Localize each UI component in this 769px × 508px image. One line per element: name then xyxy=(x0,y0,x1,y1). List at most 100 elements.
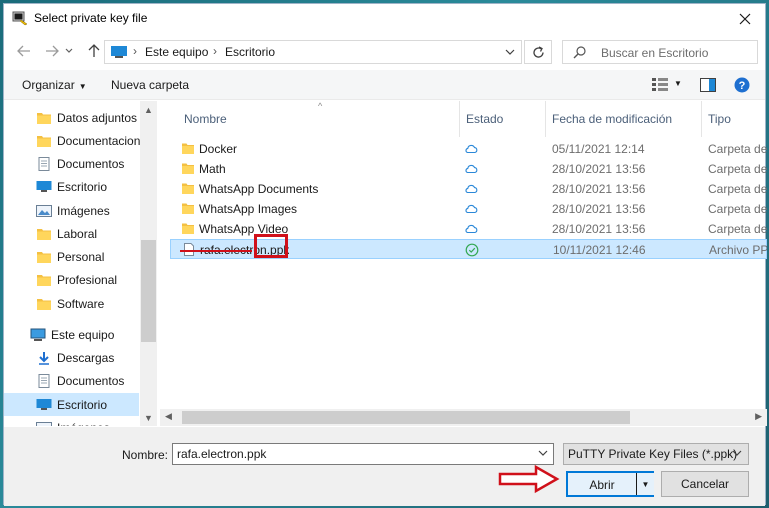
navigation-bar: › Este equipo › Escritorio Buscar en Esc… xyxy=(4,35,765,67)
organize-button[interactable]: Organizar ▼ xyxy=(22,78,87,92)
filename-input[interactable]: rafa.electron.ppk xyxy=(172,443,554,465)
back-button[interactable] xyxy=(14,41,34,61)
forward-button[interactable] xyxy=(42,41,62,61)
filename-label: Nombre: xyxy=(122,448,169,462)
close-icon xyxy=(739,13,751,24)
open-options-dropdown[interactable]: ▼ xyxy=(636,473,654,495)
help-button[interactable]: ? xyxy=(734,77,750,96)
caret-down-icon: ▼ xyxy=(78,82,87,91)
folder-icon xyxy=(36,134,52,148)
folder-icon xyxy=(181,222,195,235)
view-options-button[interactable] xyxy=(652,78,668,95)
file-type: Carpeta de xyxy=(708,222,767,236)
arrow-up-icon xyxy=(88,44,100,57)
new-folder-button[interactable]: Nueva carpeta xyxy=(111,78,189,92)
column-type-label: Tipo xyxy=(708,112,731,126)
up-button[interactable] xyxy=(84,41,104,61)
preview-pane-button[interactable] xyxy=(700,78,716,95)
folder-icon xyxy=(36,250,52,264)
scroll-up-icon[interactable]: ▲ xyxy=(140,101,157,118)
folder-icon xyxy=(36,111,52,125)
sidebar-item-label: Documentacion xyxy=(57,133,141,148)
file-modified: 28/10/2021 13:56 xyxy=(552,202,646,216)
sidebar-item[interactable]: Software xyxy=(4,292,139,315)
sidebar-item-label: Escritorio xyxy=(57,179,108,194)
sidebar-item-label: Datos adjuntos xyxy=(57,110,138,125)
column-modified-label: Fecha de modificación xyxy=(552,112,673,126)
scroll-right-icon[interactable]: ▶ xyxy=(755,411,762,422)
sidebar-item-label: Documentos xyxy=(57,156,125,171)
file-type-select[interactable]: PuTTY Private Key Files (*.ppk) xyxy=(563,443,749,465)
sidebar-item[interactable]: Imágenes xyxy=(4,199,139,222)
view-details-icon xyxy=(652,78,668,91)
chevron-down-icon[interactable] xyxy=(505,45,515,59)
pictures-icon xyxy=(36,421,52,426)
refresh-button[interactable] xyxy=(524,40,552,64)
sidebar-item[interactable]: Laboral xyxy=(4,222,139,245)
cloud-icon xyxy=(464,162,478,176)
file-modified: 28/10/2021 13:56 xyxy=(552,182,646,196)
putty-icon xyxy=(12,11,28,26)
arrow-left-icon xyxy=(17,45,30,57)
close-button[interactable] xyxy=(725,4,765,33)
sidebar-item-label: Imágenes xyxy=(57,421,110,427)
sidebar-item[interactable]: Documentos xyxy=(4,152,139,175)
column-header-type[interactable]: Tipo xyxy=(702,101,767,137)
search-box[interactable]: Buscar en Escritorio xyxy=(562,40,758,64)
file-row[interactable]: Math 28/10/2021 13:56 Carpeta de xyxy=(170,159,767,179)
address-bar[interactable]: › Este equipo › Escritorio xyxy=(104,40,522,64)
file-row[interactable]: WhatsApp Documents 28/10/2021 13:56 Carpet… xyxy=(170,179,767,199)
chevron-down-icon[interactable] xyxy=(538,448,548,458)
sidebar-item-label: Software xyxy=(57,296,105,311)
sidebar-item[interactable]: Este equipo xyxy=(4,323,139,346)
arrow-right-icon xyxy=(46,45,59,57)
sidebar-item[interactable]: Documentacion xyxy=(4,129,141,152)
search-placeholder: Buscar en Escritorio xyxy=(601,46,709,60)
sidebar-item[interactable]: Profesional xyxy=(4,268,139,291)
folder-icon xyxy=(181,162,195,175)
open-button[interactable]: Abrir ▼ xyxy=(566,471,654,497)
scrollbar-thumb[interactable] xyxy=(141,240,156,342)
desktop-icon xyxy=(36,180,52,194)
sidebar-item[interactable]: Personal xyxy=(4,245,139,268)
file-modified: 28/10/2021 13:56 xyxy=(552,222,646,236)
folder-icon xyxy=(36,297,52,311)
sidebar-item[interactable]: Escritorio xyxy=(4,175,139,198)
breadcrumb-este-equipo[interactable]: Este equipo xyxy=(145,45,208,59)
annotation-box xyxy=(254,234,288,258)
cancel-button[interactable]: Cancelar xyxy=(661,471,749,497)
horizontal-scrollbar[interactable]: ◀ ▶ xyxy=(160,409,767,426)
file-row[interactable]: Docker 05/11/2021 12:14 Carpeta de xyxy=(170,139,767,159)
refresh-icon xyxy=(532,45,544,58)
file-type: Carpeta de xyxy=(708,162,767,176)
annotation-underline xyxy=(180,250,252,252)
folder-icon xyxy=(181,202,195,215)
file-name: Docker xyxy=(199,142,238,156)
column-name-label: Nombre xyxy=(184,112,227,126)
sidebar-item[interactable]: Documentos xyxy=(4,369,139,392)
file-type: Archivo PPK xyxy=(709,243,767,257)
sidebar-item[interactable]: Escritorio xyxy=(4,393,139,416)
breadcrumb-escritorio[interactable]: Escritorio xyxy=(225,45,275,59)
file-type: Carpeta de xyxy=(708,142,767,156)
column-header-modified[interactable]: Fecha de modificación xyxy=(546,101,702,137)
caret-down-icon[interactable]: ▼ xyxy=(674,79,682,88)
scroll-down-icon[interactable]: ▼ xyxy=(140,409,157,426)
documents-icon xyxy=(36,156,52,171)
pictures-icon xyxy=(36,204,52,218)
scroll-left-icon[interactable]: ◀ xyxy=(165,411,172,422)
file-type-value: PuTTY Private Key Files (*.ppk) xyxy=(568,447,738,461)
column-header-status[interactable]: Estado xyxy=(460,101,546,137)
annotation-arrow-icon xyxy=(498,464,560,494)
sidebar-item[interactable]: Datos adjuntos xyxy=(4,106,139,129)
sidebar-item[interactable]: Imágenes xyxy=(4,416,139,426)
column-header-name[interactable]: Nombre ^ xyxy=(170,101,460,137)
scrollbar-thumb[interactable] xyxy=(182,411,630,424)
file-name: Math xyxy=(199,162,226,176)
file-row[interactable]: WhatsApp Images 28/10/2021 13:56 Carpeta d… xyxy=(170,199,767,219)
breadcrumb-separator-icon: › xyxy=(133,44,137,58)
sidebar-item-label: Profesional xyxy=(57,272,118,287)
recent-locations-button[interactable] xyxy=(62,41,76,61)
cloud-icon xyxy=(464,202,478,216)
sidebar-item[interactable]: Descargas xyxy=(4,346,139,369)
